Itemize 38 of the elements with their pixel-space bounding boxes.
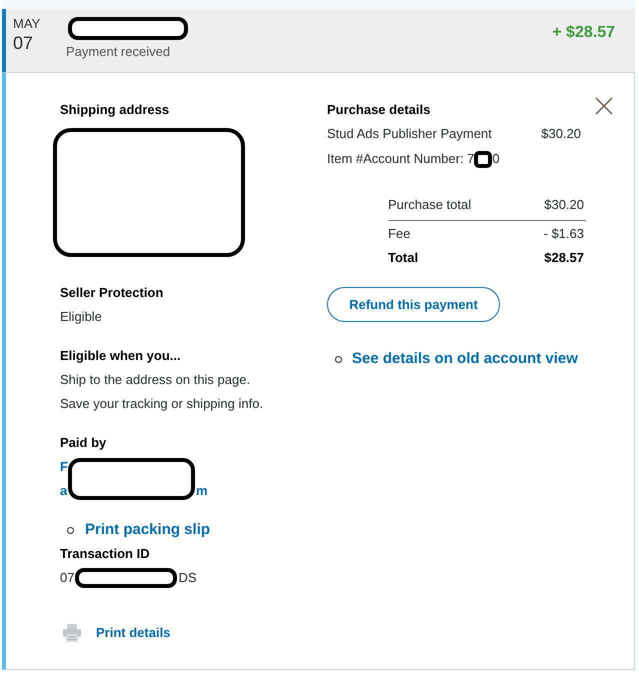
payer-link[interactable]: m (196, 479, 208, 503)
transaction-id: DS (178, 569, 197, 587)
eligibility-condition: Ship to the address on this page. (60, 371, 252, 389)
close-icon (595, 97, 613, 115)
summary-label: Purchase total (388, 196, 472, 214)
refund-button[interactable]: Refund this payment (327, 287, 500, 322)
item-price: $30.20 (541, 125, 581, 143)
item-name: Stud Ads Publisher Payment (327, 125, 492, 143)
print-details-link[interactable]: Print details (96, 621, 170, 645)
transaction-row[interactable]: MAY 07 Payment received + $28.57 (2, 9, 635, 72)
close-button[interactable] (595, 97, 613, 115)
eligibility-condition: Save your tracking or shipping info. (60, 395, 264, 413)
section-heading: Paid by (60, 434, 108, 452)
payer-link[interactable]: a (60, 479, 68, 503)
section-heading: Purchase details (327, 101, 432, 119)
section-heading: Transaction ID (60, 545, 151, 563)
redaction-mark (474, 150, 492, 168)
item-number: 0 (492, 150, 500, 168)
payer-link[interactable]: F (60, 455, 68, 479)
old-view-link[interactable]: See details on old account view (352, 347, 578, 371)
section-heading: Seller Protection (60, 284, 164, 302)
day-label: 07 (13, 33, 34, 53)
packing-slip-link[interactable]: Print packing slip (85, 518, 210, 542)
summary-label: Total (388, 249, 418, 267)
status-label: Payment received (66, 44, 172, 60)
item-number: Item #Account Number: 7 (327, 150, 474, 168)
month-label: MAY (13, 16, 42, 32)
amount-label: + $28.57 (552, 23, 615, 43)
protection-status: Eligible (60, 308, 103, 326)
summary-value: - $1.63 (544, 225, 585, 243)
bullet-icon (67, 526, 74, 534)
summary-label: Fee (388, 225, 410, 243)
summary-value: $30.20 (544, 196, 585, 214)
section-heading: Eligible when you... (60, 347, 182, 365)
transaction-id: 07 (60, 569, 74, 587)
summary-value: $28.57 (544, 249, 585, 267)
bullet-icon (335, 356, 342, 362)
section-heading: Shipping address (60, 101, 170, 119)
